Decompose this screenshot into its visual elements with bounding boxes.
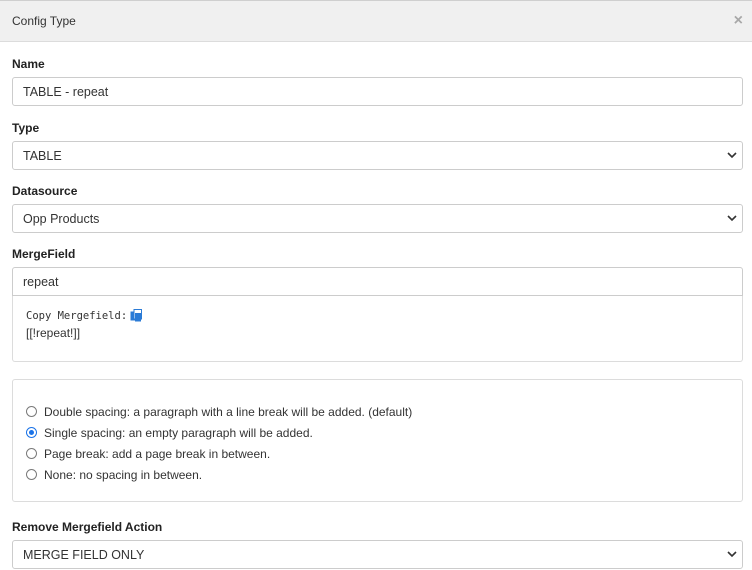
modal-header: Config Type × <box>0 0 752 42</box>
radio-button[interactable] <box>26 448 37 459</box>
radio-button[interactable] <box>26 469 37 480</box>
close-icon[interactable]: × <box>734 13 743 29</box>
spacing-option-none[interactable]: None: no spacing in between. <box>26 464 729 485</box>
mergefield-input-value: repeat <box>23 274 59 289</box>
type-select[interactable]: TABLE <box>12 141 743 170</box>
config-type-modal: Config Type × Name TABLE - repeat Type T… <box>0 0 752 570</box>
datasource-select-value: Opp Products <box>23 211 100 226</box>
mergefield-code: [[!repeat!]] <box>26 326 81 340</box>
spacing-option-label: Single spacing: an empty paragraph will … <box>44 425 313 440</box>
datasource-select[interactable]: Opp Products <box>12 204 743 233</box>
copy-mergefield-label: Copy Mergefield: <box>26 309 128 322</box>
name-input-value: TABLE - repeat <box>23 84 109 99</box>
type-label: Type <box>12 121 40 135</box>
mergefield-copy-panel: Copy Mergefield: [[!repeat!]] <box>12 296 743 362</box>
spacing-options-panel: Double spacing: a paragraph with a line … <box>12 379 743 502</box>
copy-icon[interactable] <box>130 309 143 322</box>
modal-body: Name TABLE - repeat Type TABLE Datasourc… <box>0 57 752 569</box>
radio-button[interactable] <box>26 406 37 417</box>
datasource-label: Datasource <box>12 184 78 198</box>
remove-action-select-value: MERGE FIELD ONLY <box>23 547 145 562</box>
name-input[interactable]: TABLE - repeat <box>12 77 743 106</box>
spacing-option-label: Double spacing: a paragraph with a line … <box>44 404 413 419</box>
modal-title: Config Type <box>12 14 76 28</box>
spacing-option-double[interactable]: Double spacing: a paragraph with a line … <box>26 401 729 422</box>
spacing-option-page-break[interactable]: Page break: add a page break in between. <box>26 443 729 464</box>
spacing-option-single[interactable]: Single spacing: an empty paragraph will … <box>26 422 729 443</box>
chevron-down-icon <box>725 149 739 163</box>
radio-button[interactable] <box>26 427 37 438</box>
name-label: Name <box>12 57 45 71</box>
copy-row: Copy Mergefield: <box>26 309 729 322</box>
spacing-option-label: Page break: add a page break in between. <box>44 446 271 461</box>
spacing-option-label: None: no spacing in between. <box>44 467 203 482</box>
remove-action-label: Remove Mergefield Action <box>12 520 163 534</box>
remove-action-select[interactable]: MERGE FIELD ONLY <box>12 540 743 569</box>
chevron-down-icon <box>725 548 739 562</box>
type-select-value: TABLE <box>23 148 62 163</box>
chevron-down-icon <box>725 212 739 226</box>
mergefield-input[interactable]: repeat <box>12 267 743 296</box>
mergefield-label: MergeField <box>12 247 76 261</box>
